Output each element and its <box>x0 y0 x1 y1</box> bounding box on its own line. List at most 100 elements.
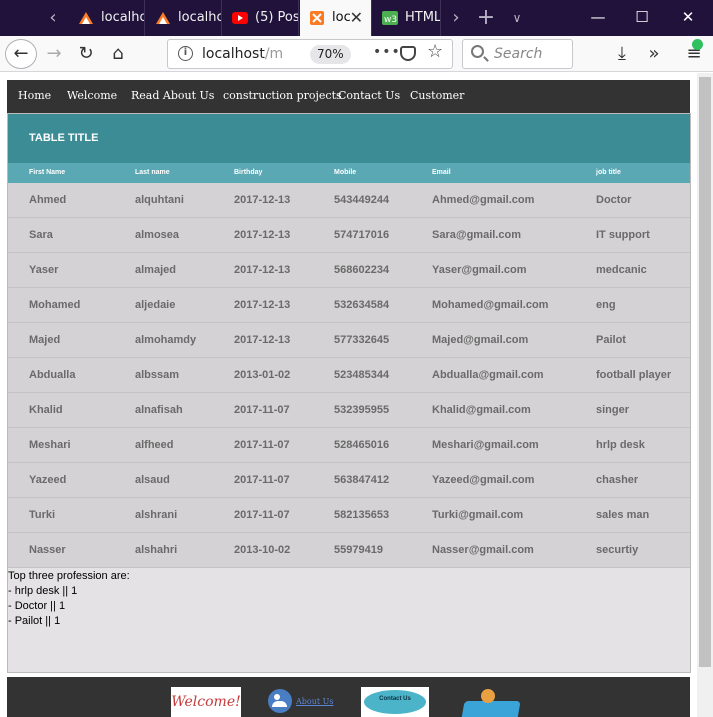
cell-birthday: 2017-12-13 <box>234 264 291 276</box>
cell-birthday: 2017-12-13 <box>234 334 291 346</box>
cell-mobile: 563847412 <box>334 474 390 486</box>
tab-scroll-right-icon[interactable]: › <box>441 0 471 36</box>
cell-email: Abdualla@gmail.com <box>432 369 544 381</box>
cell-job-title: football player <box>596 369 672 381</box>
minimize-icon[interactable]: — <box>576 0 620 36</box>
contact-us-label: Contact Us <box>364 690 426 714</box>
cell-first-name: Meshari <box>29 439 71 451</box>
table-header-row: First Name Last name Birthday Mobile Ema… <box>8 163 690 183</box>
browser-tab-5[interactable]: w3 HTML <box>373 0 441 36</box>
tab-label: HTML <box>405 10 441 25</box>
cell-last-name: alsaud <box>135 474 170 486</box>
column-header-job-title: job title <box>596 169 621 176</box>
data-table: TABLE TITLE First Name Last name Birthda… <box>7 113 691 673</box>
contact-us-image[interactable]: Contact Us <box>361 687 429 717</box>
downloads-icon[interactable]: ⤓ <box>608 40 636 68</box>
cell-mobile: 577332645 <box>334 334 390 346</box>
overflow-menu-icon[interactable]: » <box>640 40 668 68</box>
cell-first-name: Abdualla <box>29 369 76 381</box>
cell-email: Mohamed@gmail.com <box>432 299 549 311</box>
youtube-icon <box>232 12 248 24</box>
nav-link-home[interactable]: Home <box>18 80 51 111</box>
cell-first-name: Khalid <box>29 404 63 416</box>
browser-tab-active[interactable]: loc ✕ <box>300 0 372 36</box>
cell-last-name: albssam <box>135 369 180 381</box>
tab-label: loc <box>332 10 351 25</box>
nav-link-contact[interactable]: Contact Us <box>338 80 400 111</box>
nav-link-about[interactable]: Read About Us <box>131 80 214 111</box>
window-close-icon[interactable]: ✕ <box>666 0 710 36</box>
url-text[interactable]: localhost/m <box>202 46 283 62</box>
profession-summary: Top three profession are: - hrlp desk ||… <box>8 569 408 629</box>
cell-mobile: 528465016 <box>334 439 390 451</box>
browser-tab-1[interactable]: localhost <box>69 0 145 36</box>
url-path: /m <box>264 46 284 62</box>
maximize-icon[interactable]: ☐ <box>620 0 664 36</box>
cell-email: Yazeed@gmail.com <box>432 474 535 486</box>
welcome-banner-image[interactable]: Welcome! <box>171 687 241 717</box>
cell-job-title: eng <box>596 299 616 311</box>
site-info-icon[interactable]: i <box>178 46 193 61</box>
browser-tab-3[interactable]: (5) Pos <box>223 0 299 36</box>
back-arrow-icon[interactable]: ← <box>5 39 37 69</box>
cell-mobile: 532395955 <box>334 404 390 416</box>
cell-last-name: aljedaie <box>135 299 176 311</box>
tab-list-chevron-icon[interactable]: ∨ <box>503 0 531 36</box>
cell-job-title: IT support <box>596 229 650 241</box>
tab-label: localho <box>178 10 222 25</box>
cell-mobile: 582135653 <box>334 509 390 521</box>
column-header-mobile: Mobile <box>334 169 357 176</box>
about-us-link[interactable]: About Us <box>296 697 333 706</box>
zoom-level-badge[interactable]: 70% <box>310 45 351 64</box>
cell-last-name: almohamdy <box>135 334 197 346</box>
nav-link-customer[interactable]: Customer <box>410 80 464 111</box>
customer-icon[interactable] <box>459 687 521 717</box>
xampp-icon <box>310 11 324 25</box>
cell-first-name: Turki <box>29 509 56 521</box>
search-icon <box>471 45 484 58</box>
page-actions-menu-icon[interactable]: ••• <box>373 44 401 60</box>
summary-item: - hrlp desk || 1 <box>8 585 78 597</box>
cell-last-name: alfheed <box>135 439 174 451</box>
close-tab-icon[interactable]: ✕ <box>350 0 363 36</box>
cell-first-name: Mohamed <box>29 299 81 311</box>
search-bar[interactable]: Search <box>462 39 573 69</box>
cell-mobile: 543449244 <box>334 194 390 206</box>
cell-birthday: 2017-12-13 <box>234 194 291 206</box>
xampp-icon <box>156 12 170 24</box>
home-icon[interactable]: ⌂ <box>104 40 132 68</box>
browser-tab-2[interactable]: localho <box>146 0 222 36</box>
table-row: Yazeed alsaud 2017-11-07 563847412 Yazeed@gm… <box>8 463 690 498</box>
customer-icon-head <box>481 689 495 703</box>
table-row: Mohamed aljedaie 2017-12-13 532634584 Mohame… <box>8 288 690 323</box>
bookmark-star-icon[interactable]: ☆ <box>427 41 443 62</box>
cell-birthday: 2013-10-02 <box>234 544 291 556</box>
cell-job-title: hrlp desk <box>596 439 645 451</box>
address-bar[interactable]: i localhost/m 70% ••• ☆ <box>167 39 453 69</box>
tab-label: (5) Pos <box>255 10 299 25</box>
cell-email: Majed@gmail.com <box>432 334 529 346</box>
about-us-link-group[interactable]: About Us <box>268 689 348 717</box>
cell-birthday: 2017-11-07 <box>234 509 290 521</box>
reload-icon[interactable]: ↻ <box>72 40 100 68</box>
forward-arrow-icon[interactable]: → <box>40 40 68 68</box>
page-scrollbar-thumb[interactable] <box>699 77 711 667</box>
tab-scroll-left-icon[interactable]: ‹ <box>38 0 68 36</box>
browser-tab-bar: ‹ localhost localho (5) Pos loc ✕ w3 HTM… <box>0 0 713 36</box>
cell-last-name: alquhtani <box>135 194 184 206</box>
column-header-first-name: First Name <box>29 169 66 176</box>
table-row: Nasser alshahri 2013-10-02 55979419 Nasser@g… <box>8 533 690 568</box>
cell-mobile: 532634584 <box>334 299 390 311</box>
nav-link-welcome[interactable]: Welcome <box>67 80 117 111</box>
cell-first-name: Yazeed <box>29 474 67 486</box>
xampp-icon <box>79 12 93 24</box>
table-row: Majed almohamdy 2017-12-13 577332645 Majed@g… <box>8 323 690 358</box>
nav-link-projects[interactable]: construction projects <box>223 80 342 111</box>
pocket-icon[interactable] <box>400 46 416 61</box>
tab-scroll-left-area <box>0 0 40 36</box>
svg-text:w3: w3 <box>384 15 397 25</box>
cell-birthday: 2017-12-13 <box>234 299 291 311</box>
new-tab-icon[interactable]: + <box>472 0 500 36</box>
summary-item: - Pailot || 1 <box>8 615 61 627</box>
summary-item: - Doctor || 1 <box>8 600 66 612</box>
